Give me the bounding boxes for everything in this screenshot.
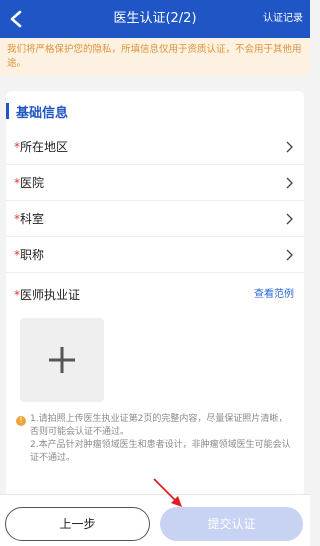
chevron-right-icon [286, 249, 293, 261]
section-title: 基础信息 [16, 105, 69, 121]
chevron-right-icon [286, 177, 293, 189]
department-label: 科室 [20, 212, 45, 226]
certification-records-link[interactable]: 认证记录 [263, 0, 303, 38]
department-field-row[interactable]: *科室 [6, 201, 304, 237]
field-label: *所在地区 [14, 129, 68, 165]
upload-photo-button[interactable] [20, 318, 104, 402]
chevron-right-icon [286, 141, 293, 153]
page-title: 医生认证(2/2) [113, 11, 197, 26]
previous-step-button[interactable]: 上一步 [5, 507, 150, 541]
section-accent-bar [6, 103, 9, 119]
view-sample-link[interactable]: 查看范例 [254, 277, 294, 313]
title-field-row[interactable]: *职称 [6, 237, 304, 273]
tip-line-2: 2.本产品针对肿瘤领域医生和患者设计，非肿瘤领域医生可能会认证不通过。 [30, 440, 291, 463]
region-label: 所在地区 [20, 140, 69, 154]
submit-certification-button[interactable]: 提交认证 [160, 507, 303, 541]
basic-info-card: 基础信息 *所在地区 *医院 *科室 *职称 *医师执业证 查看范例 ! 1.请… [6, 91, 304, 496]
info-icon: ! [16, 416, 26, 426]
hospital-label: 医院 [20, 176, 45, 190]
section-header: 基础信息 [6, 101, 68, 121]
privacy-notice: 我们将严格保护您的隐私，所填信息仅用于资质认证，不会用于其他用途。 [0, 38, 310, 76]
license-label: 医师执业证 [20, 288, 81, 302]
field-label: *医院 [14, 165, 44, 201]
plus-icon [49, 347, 75, 373]
chevron-left-icon [10, 10, 22, 28]
annotation-arrow-icon [153, 478, 182, 507]
field-label: *医师执业证 [14, 277, 80, 313]
hospital-field-row[interactable]: *医院 [6, 165, 304, 201]
tip-line-1: 1.请拍照上传医生执业证第2页的完整内容，尽量保证照片清晰，否则可能会认证不通过… [30, 414, 288, 437]
license-row: *医师执业证 查看范例 [6, 277, 304, 313]
region-field-row[interactable]: *所在地区 [6, 129, 304, 165]
professional-title-label: 职称 [20, 248, 45, 262]
field-label: *职称 [14, 237, 44, 273]
field-label: *科室 [14, 201, 44, 237]
chevron-right-icon [286, 213, 293, 225]
navigation-bar: 医生认证(2/2) 认证记录 [0, 0, 310, 38]
back-button[interactable] [4, 7, 28, 31]
upload-tips: 1.请拍照上传医生执业证第2页的完整内容，尽量保证照片清晰，否则可能会认证不通过… [30, 413, 296, 465]
